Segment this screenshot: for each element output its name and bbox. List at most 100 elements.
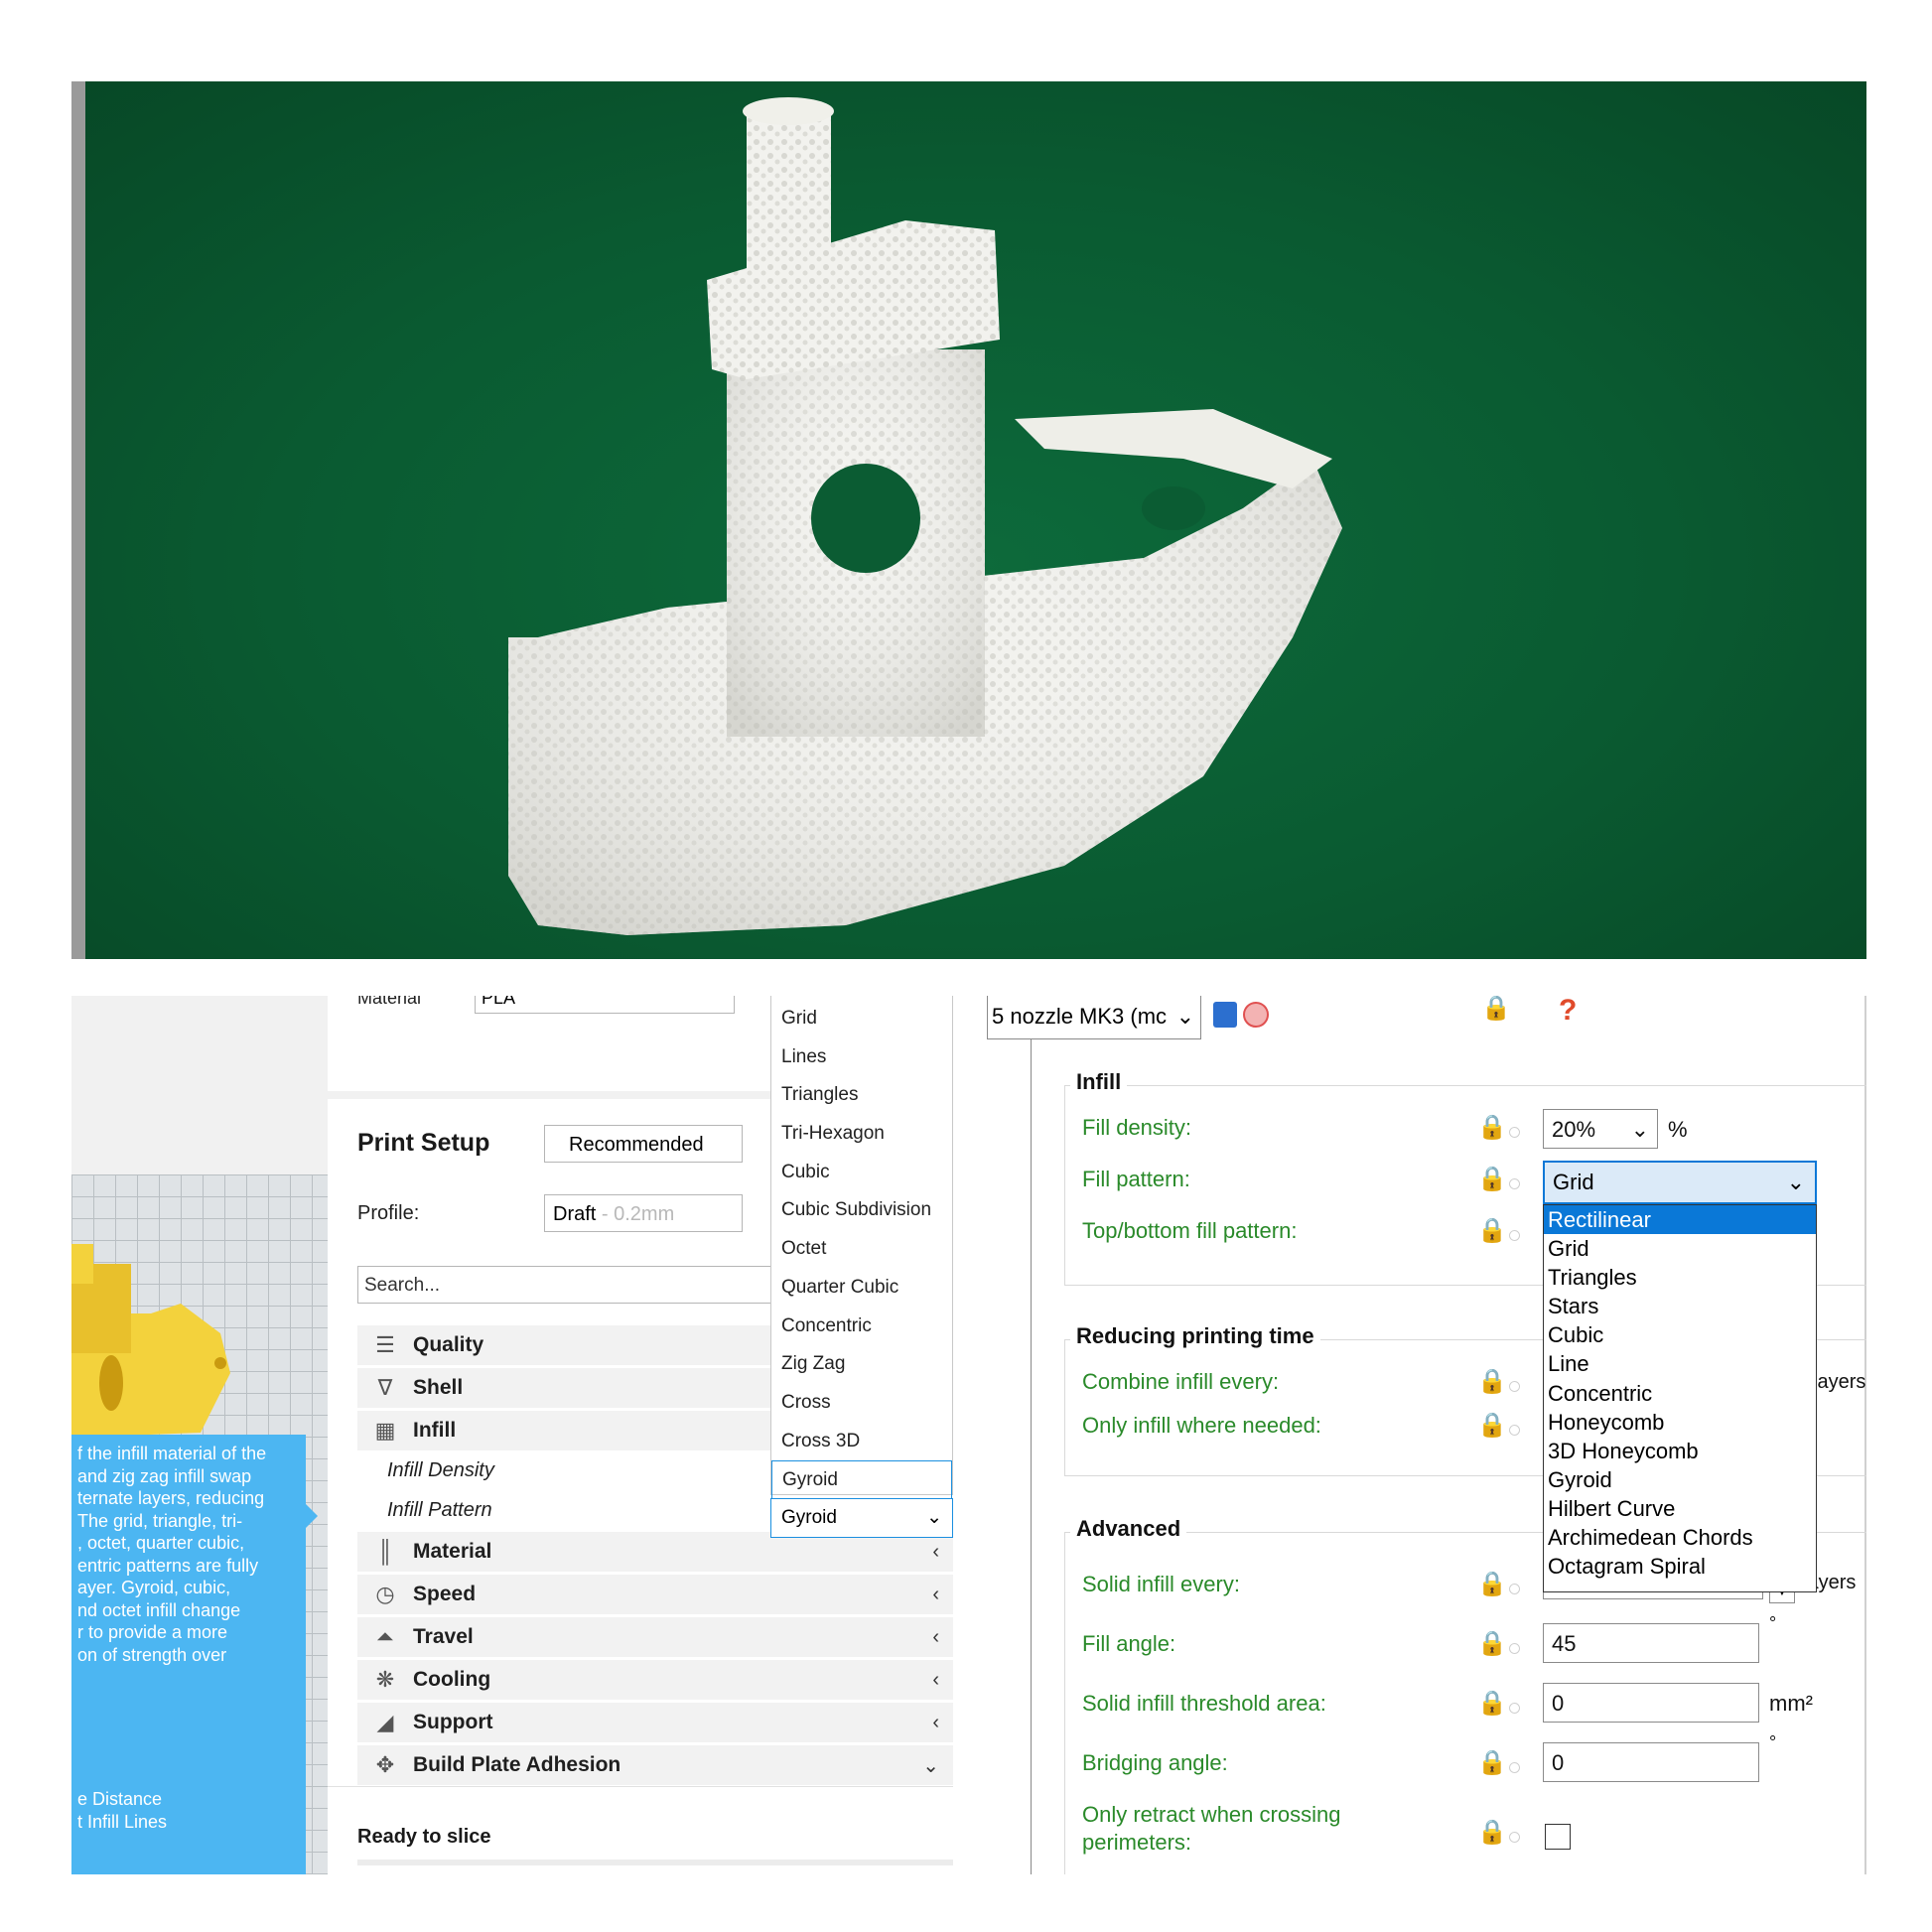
benchy-photo — [71, 81, 1866, 959]
advanced-title: Advanced — [1070, 1516, 1187, 1542]
pattern-option[interactable]: Hilbert Curve — [1544, 1494, 1816, 1523]
pattern-option[interactable]: Gyroid — [1544, 1465, 1816, 1494]
category-label: Speed — [413, 1583, 477, 1605]
pattern-option-highlighted[interactable]: Gyroid — [771, 1460, 952, 1501]
category-build-plate-adhesion[interactable]: ✥ Build Plate Adhesion ⌄ — [357, 1745, 953, 1785]
pattern-option[interactable]: Lines — [771, 1038, 952, 1077]
settings-search-input[interactable]: Search... — [357, 1266, 774, 1304]
lock-icon[interactable]: 🔒 — [1477, 1165, 1507, 1193]
pattern-option[interactable]: Tri-Hexagon — [771, 1115, 952, 1154]
tooltip-line: f the infill material of the — [77, 1444, 267, 1463]
mode-tab-recommended[interactable]: Recommended — [544, 1125, 743, 1163]
bridging-angle-input[interactable]: 0 — [1543, 1742, 1759, 1782]
delete-icon[interactable] — [1243, 1002, 1269, 1028]
lock-icon[interactable]: 🔒 — [1477, 1570, 1507, 1598]
tooltip-line: entric patterns are fully — [77, 1555, 259, 1576]
category-material[interactable]: ║ Material ‹ — [357, 1532, 953, 1572]
status-dot — [1509, 1703, 1520, 1714]
pattern-option[interactable]: 3D Honeycomb — [1544, 1437, 1816, 1465]
pattern-option[interactable]: Concentric — [771, 1308, 952, 1346]
quality-icon: ☰ — [375, 1332, 395, 1357]
combine-infill-label: Combine infill every: — [1082, 1369, 1280, 1394]
pattern-option[interactable]: Zig Zag — [771, 1345, 952, 1384]
lock-icon[interactable]: 🔒 — [1477, 1367, 1507, 1396]
infill-pattern-select[interactable]: Gyroid ⌄ — [770, 1498, 953, 1538]
pattern-option[interactable]: Triangles — [1544, 1263, 1816, 1292]
category-label: Material — [413, 1540, 492, 1563]
category-cooling[interactable]: ❋ Cooling ‹ — [357, 1660, 953, 1700]
lock-icon[interactable]: 🔒 — [1477, 1818, 1507, 1847]
tooltip-line: , octet, quarter cubic, — [77, 1533, 245, 1553]
category-label: Shell — [413, 1376, 464, 1399]
printer-preset-select[interactable]: 5 nozzle MK3 (mc ⌄ — [987, 996, 1201, 1039]
help-icon[interactable]: ? — [1559, 996, 1577, 1028]
status-dot — [1509, 1425, 1520, 1436]
fill-density-unit: % — [1668, 1117, 1688, 1142]
infill-group-title: Infill — [1070, 1069, 1128, 1095]
lock-icon[interactable]: 🔒 — [1477, 1689, 1507, 1718]
left-divider — [987, 1039, 1032, 1874]
save-icon[interactable] — [1213, 1002, 1237, 1028]
pattern-option[interactable]: Grid — [1544, 1234, 1816, 1263]
fill-density-value: 20% — [1552, 1117, 1596, 1142]
printer-preset-value: 5 nozzle MK3 (mc — [992, 1004, 1168, 1029]
material-icon: ║ — [377, 1539, 393, 1564]
pattern-option-highlighted[interactable]: Rectilinear — [1544, 1205, 1816, 1235]
lock-icon[interactable]: 🔒 — [1477, 1216, 1507, 1245]
pattern-option[interactable]: Archimedean Chords — [1544, 1523, 1816, 1552]
cura-pattern-dropdown[interactable]: Grid Lines Triangles Tri-Hexagon Cubic C… — [770, 996, 953, 1501]
category-support[interactable]: ◢ Support ‹ — [357, 1703, 953, 1742]
category-label: Quality — [413, 1333, 484, 1356]
pattern-option[interactable]: Quarter Cubic — [771, 1269, 952, 1308]
tooltip-line: ayer. Gyroid, cubic, — [77, 1578, 231, 1597]
retract-checkbox[interactable] — [1545, 1824, 1571, 1850]
category-travel[interactable]: ⏶ Travel ‹ — [357, 1617, 953, 1657]
profile-select[interactable]: Draft - 0.2mm — [544, 1194, 743, 1232]
pattern-option[interactable]: Honeycomb — [1544, 1408, 1816, 1437]
tooltip-line: e Distance — [77, 1789, 163, 1809]
pattern-option[interactable]: Cross — [771, 1384, 952, 1423]
tooltip-line: and zig zag infill swap — [77, 1465, 252, 1486]
pattern-option[interactable]: Cubic — [1544, 1320, 1816, 1349]
category-label: Travel — [413, 1625, 474, 1648]
fill-density-select[interactable]: 20% ⌄ — [1543, 1109, 1658, 1149]
pattern-option[interactable]: Cubic — [771, 1154, 952, 1192]
pattern-option[interactable]: Cubic Subdivision — [771, 1191, 952, 1230]
lock-icon[interactable]: 🔒 — [1477, 1629, 1507, 1658]
lock-icon[interactable]: 🔒 — [1477, 1113, 1507, 1142]
fill-pattern-dropdown-list[interactable]: Rectilinear Grid Triangles Stars Cubic L… — [1543, 1204, 1817, 1592]
ready-to-slice-label: Ready to slice — [357, 1826, 491, 1848]
pattern-option[interactable]: Concentric — [1544, 1379, 1816, 1408]
pattern-option[interactable]: Stars — [1544, 1292, 1816, 1320]
lock-icon[interactable]: 🔒 — [1477, 1411, 1507, 1440]
pattern-option[interactable]: Octet — [771, 1230, 952, 1269]
pattern-option[interactable]: Line — [1544, 1349, 1816, 1378]
topbottom-pattern-label: Top/bottom fill pattern: — [1082, 1218, 1298, 1243]
chevron-left-icon: ‹ — [932, 1711, 939, 1733]
benchy-model-preview[interactable] — [71, 1244, 250, 1443]
only-infill-label: Only infill where needed: — [1082, 1413, 1321, 1438]
fill-pattern-select[interactable]: Grid ⌄ — [1543, 1161, 1817, 1204]
lock-icon[interactable]: 🔒 — [1481, 996, 1511, 1023]
solid-threshold-label: Solid infill threshold area: — [1082, 1691, 1326, 1716]
pattern-option[interactable]: Triangles — [771, 1076, 952, 1115]
setting-tooltip: f the infill material of the and zig zag… — [71, 1435, 306, 1874]
fill-pattern-label: Fill pattern: — [1082, 1167, 1190, 1191]
reducing-time-title: Reducing printing time — [1070, 1323, 1320, 1349]
fill-angle-label: Fill angle: — [1082, 1631, 1176, 1656]
status-dot — [1509, 1127, 1520, 1138]
category-label: Support — [413, 1711, 493, 1733]
status-dot — [1509, 1762, 1520, 1773]
pattern-option[interactable]: Grid — [771, 1000, 952, 1038]
solid-threshold-input[interactable]: 0 — [1543, 1683, 1759, 1723]
combine-infill-unit: layers — [1813, 1371, 1866, 1393]
category-speed[interactable]: ◷ Speed ‹ — [357, 1575, 953, 1614]
retract-label-line2: perimeters: — [1082, 1830, 1192, 1855]
chevron-left-icon: ‹ — [932, 1668, 939, 1691]
fill-angle-input[interactable]: 45 — [1543, 1623, 1759, 1663]
material-select[interactable]: PLA — [475, 996, 735, 1014]
pattern-option[interactable]: Cross 3D — [771, 1423, 952, 1461]
pattern-option[interactable]: Octagram Spiral — [1544, 1552, 1816, 1581]
lock-icon[interactable]: 🔒 — [1477, 1748, 1507, 1777]
shell-icon: ∇ — [377, 1375, 393, 1400]
